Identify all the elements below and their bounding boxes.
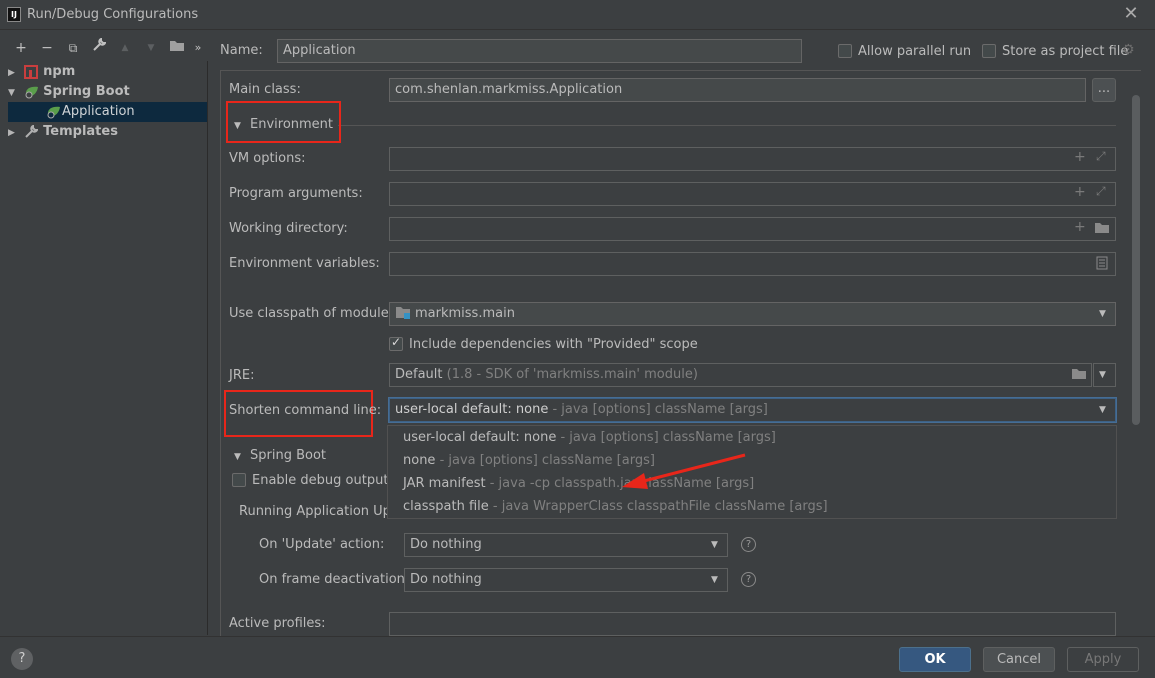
scrollbar-thumb[interactable] [1132, 95, 1140, 425]
intellij-app-icon: IJ [7, 7, 21, 22]
folder-icon[interactable] [1094, 222, 1110, 238]
tree-item-npm[interactable]: ▶ npm [8, 62, 207, 82]
expand-icon[interactable]: ⤢ [1096, 149, 1106, 164]
expand-arrow-icon[interactable]: ▶ [8, 123, 20, 143]
expand-icon[interactable]: ⤢ [1096, 184, 1106, 199]
vm-options-label: VM options: [229, 151, 306, 166]
spring-boot-app-icon [46, 105, 62, 119]
collapse-arrow-icon[interactable]: ▼ [8, 83, 20, 103]
folder-icon[interactable] [164, 38, 190, 58]
name-input[interactable]: Application [277, 39, 802, 63]
on-update-select[interactable]: Do nothing [404, 533, 728, 557]
working-dir-label: Working directory: [229, 221, 348, 236]
program-args-label: Program arguments: [229, 186, 363, 201]
move-up-icon[interactable]: ▲ [112, 38, 138, 58]
browse-button[interactable]: ... [1092, 78, 1116, 102]
add-icon[interactable]: + [1074, 219, 1086, 235]
env-vars-label: Environment variables: [229, 256, 380, 271]
help-button[interactable]: ? [11, 648, 33, 670]
annotation-arrow-icon [622, 453, 746, 489]
document-icon[interactable] [1096, 256, 1108, 274]
chevron-down-icon[interactable]: ▼ [711, 575, 718, 585]
include-deps-checkbox[interactable] [389, 337, 403, 351]
tree-item-spring-boot[interactable]: ▼ Spring Boot [8, 82, 207, 102]
classpath-label: Use classpath of module: [229, 306, 394, 321]
main-class-input[interactable]: com.shenlan.markmiss.Application [389, 78, 1086, 102]
include-deps-label: Include dependencies with "Provided" sco… [409, 337, 698, 352]
wrench-icon [24, 123, 40, 139]
enable-debug-label: Enable debug output [252, 473, 389, 488]
store-project-checkbox[interactable] [982, 44, 996, 58]
chevron-down-icon[interactable]: ▼ [711, 540, 718, 550]
section-divider [338, 125, 1116, 126]
jre-select[interactable]: Default (1.8 - SDK of 'markmiss.main' mo… [389, 363, 1092, 387]
shorten-select[interactable]: user-local default: none - java [options… [389, 398, 1116, 422]
jre-label: JRE: [229, 368, 255, 383]
store-project-label: Store as project file [1002, 44, 1129, 59]
chevron-down-icon[interactable]: ▼ [1099, 309, 1106, 319]
chevron-down-icon[interactable]: ▼ [1099, 370, 1106, 380]
config-toolbar: + − ⧉ ▲ ▼ » [8, 37, 206, 58]
add-icon[interactable]: + [1074, 184, 1086, 200]
spring-boot-icon [24, 85, 40, 99]
add-icon[interactable]: + [1074, 149, 1086, 165]
spring-boot-collapse-icon[interactable]: ▼ [234, 452, 241, 462]
cancel-button[interactable]: Cancel [983, 647, 1055, 672]
tree-item-application[interactable]: Application [8, 102, 207, 122]
module-icon [395, 306, 411, 324]
env-vars-input[interactable] [389, 252, 1116, 276]
working-dir-input[interactable] [389, 217, 1116, 241]
active-profiles-label: Active profiles: [229, 616, 326, 631]
shorten-hint: - java [options] className [args] [548, 402, 768, 417]
jre-value: Default [395, 367, 443, 382]
folder-icon[interactable] [1071, 368, 1087, 384]
npm-icon [24, 64, 40, 79]
add-icon[interactable]: + [8, 38, 34, 58]
active-profiles-input[interactable] [389, 612, 1116, 636]
main-class-label: Main class: [229, 82, 301, 97]
move-down-icon[interactable]: ▼ [138, 38, 164, 58]
close-icon[interactable]: ✕ [1120, 3, 1142, 25]
name-label: Name: [220, 43, 263, 58]
on-frame-select[interactable]: Do nothing [404, 568, 728, 592]
classpath-select[interactable]: markmiss.main [389, 302, 1116, 326]
tree-item-templates[interactable]: ▶ Templates [8, 122, 207, 142]
spring-boot-section-title[interactable]: Spring Boot [250, 448, 326, 463]
popup-option-classpath-file[interactable]: classpath file - java WrapperClass class… [403, 496, 828, 518]
shorten-value: user-local default: none [395, 402, 549, 417]
wrench-icon[interactable] [86, 37, 112, 58]
shorten-label: Shorten command line: [229, 403, 382, 418]
running-update-title: Running Application Upda [239, 504, 387, 519]
expand-arrow-icon[interactable]: ▶ [8, 63, 20, 83]
copy-icon[interactable]: ⧉ [60, 38, 86, 58]
enable-debug-checkbox[interactable] [232, 473, 246, 487]
configuration-tree: ▶ npm ▼ Spring Boot Application ▶ Templa… [8, 61, 208, 635]
allow-parallel-checkbox[interactable] [838, 44, 852, 58]
vm-options-input[interactable] [389, 147, 1116, 171]
chevron-down-icon[interactable]: ▼ [1099, 405, 1106, 415]
annotation-box [226, 101, 341, 143]
remove-icon[interactable]: − [34, 38, 60, 58]
help-icon[interactable]: ? [741, 537, 756, 552]
allow-parallel-label: Allow parallel run [858, 44, 972, 59]
apply-button[interactable]: Apply [1067, 647, 1139, 672]
jre-hint: (1.8 - SDK of 'markmiss.main' module) [446, 367, 698, 382]
window-title: Run/Debug Configurations [27, 7, 199, 22]
gear-icon[interactable]: ⚙ [1122, 42, 1135, 58]
on-frame-label: On frame deactivation: [259, 572, 410, 587]
more-icon[interactable]: » [190, 38, 206, 58]
ok-button[interactable]: OK [899, 647, 971, 672]
program-args-input[interactable] [389, 182, 1116, 206]
help-icon[interactable]: ? [741, 572, 756, 587]
footer-bar [0, 636, 1155, 678]
on-update-label: On 'Update' action: [259, 537, 385, 552]
